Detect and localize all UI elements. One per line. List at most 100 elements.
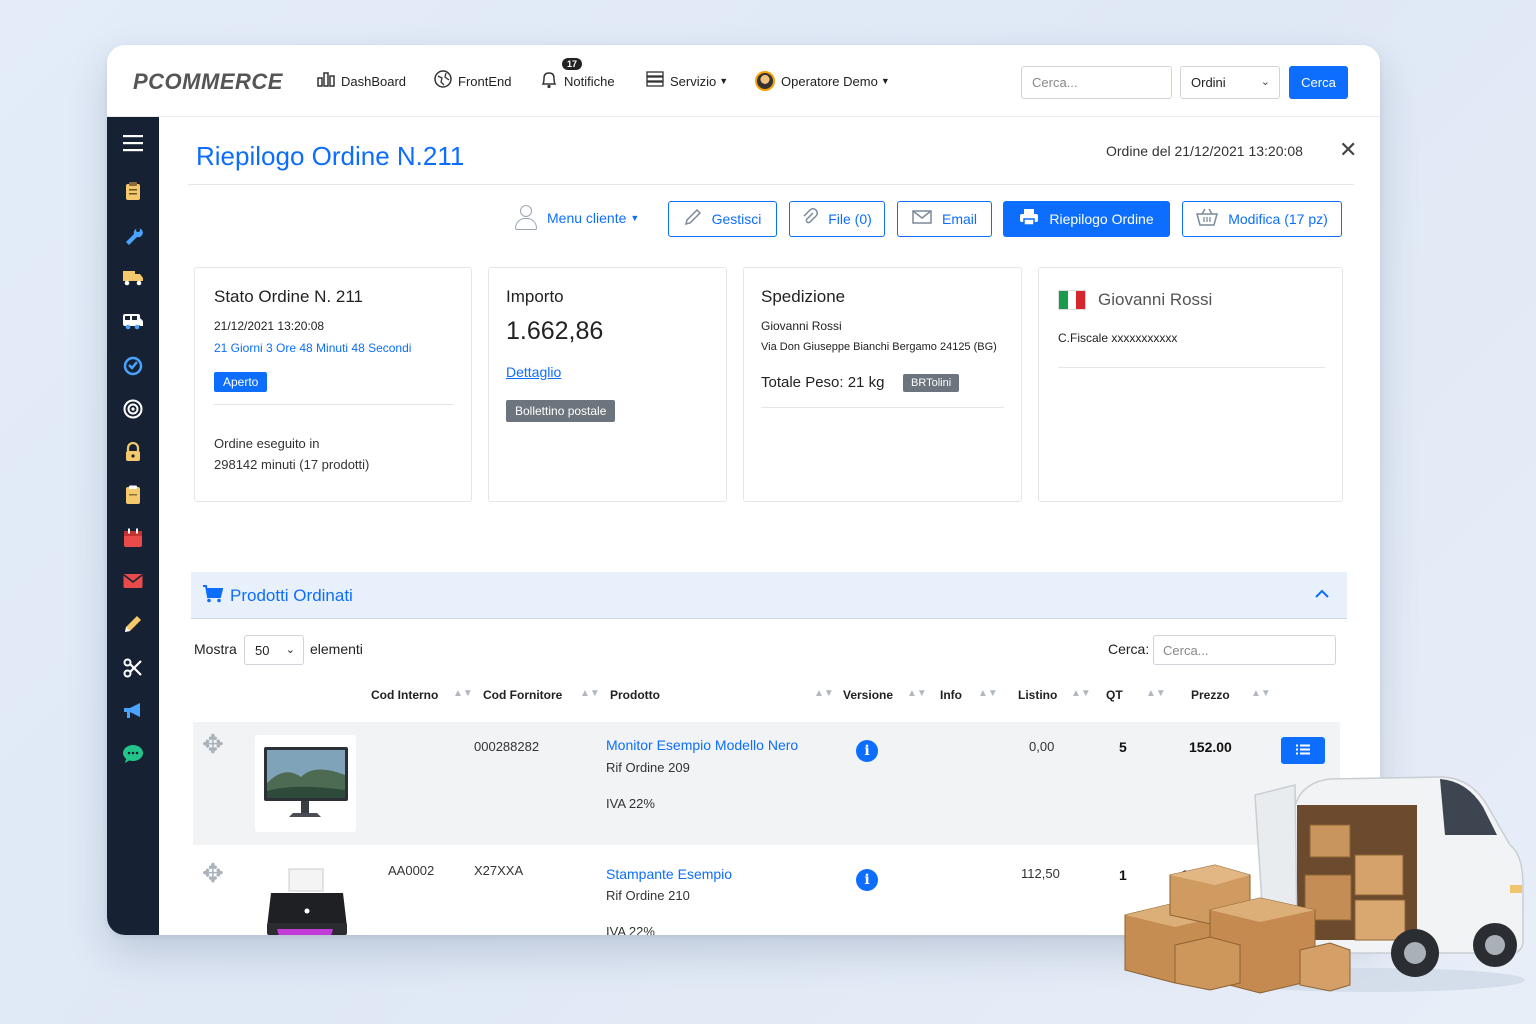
drag-handle-icon[interactable]: ✥ [202, 729, 224, 760]
nav-notifiche-label: Notifiche [564, 73, 615, 89]
sort-icon[interactable]: ▲▼ [907, 688, 927, 699]
printer-icon [1019, 208, 1039, 231]
col-versione[interactable]: Versione [843, 688, 893, 702]
col-qt[interactable]: QT [1106, 688, 1123, 702]
cliente-card: Giovanni Rossi C.Fiscale xxxxxxxxxxx [1038, 267, 1343, 502]
row2-product-link[interactable]: Stampante Esempio [606, 866, 732, 882]
notification-count-badge: 17 [562, 58, 583, 70]
search-scope-select[interactable]: Ordini ⌄ [1180, 66, 1280, 99]
email-label: Email [941, 211, 977, 227]
col-cod-fornitore[interactable]: Cod Fornitore [483, 688, 562, 702]
sort-icon[interactable]: ▲▼ [814, 688, 834, 699]
divider [188, 184, 1354, 185]
target-icon[interactable] [121, 399, 145, 423]
col-prezzo[interactable]: Prezzo [1191, 688, 1230, 702]
status-badge: Aperto [214, 372, 268, 392]
nav-operatore[interactable]: Operatore Demo ▼ [755, 45, 890, 117]
row1-rif: Rif Ordine 209 [606, 760, 690, 775]
gestisci-button[interactable]: Gestisci [668, 201, 777, 237]
cart-icon [203, 585, 224, 608]
globe-icon [434, 69, 452, 93]
sort-icon[interactable]: ▲▼ [1071, 688, 1091, 699]
app-logo[interactable]: PCOMMERCE [133, 69, 283, 95]
row1-qt: 5 [1119, 739, 1127, 755]
modifica-button[interactable]: Modifica (17 pz) [1182, 201, 1342, 237]
nav-operatore-label: Operatore Demo [781, 73, 878, 89]
note-icon[interactable] [121, 485, 145, 509]
row1-cod-fornitore: 000288282 [474, 739, 540, 754]
spedizione-address: Via Don Giuseppe Bianchi Bergamo 24125 (… [761, 341, 997, 353]
mail-icon[interactable] [121, 571, 145, 595]
caret-down-icon: ▼ [630, 213, 640, 223]
nav-servizio[interactable]: Servizio ▼ [646, 45, 728, 117]
sort-icon[interactable]: ▲▼ [453, 688, 473, 699]
table-search-input[interactable]: Cerca... [1153, 635, 1336, 665]
sidebar [107, 117, 159, 935]
nav-notifiche[interactable]: 17 Notifiche [540, 45, 615, 117]
calendar-icon[interactable] [121, 528, 145, 552]
close-icon[interactable]: ✕ [1339, 137, 1357, 163]
payment-badge: Bollettino postale [506, 400, 616, 422]
stato-elapsed: 21 Giorni 3 Ore 48 Minuti 48 Secondi [214, 341, 412, 355]
pencil-icon [684, 208, 702, 231]
sort-icon[interactable]: ▲▼ [580, 688, 600, 699]
truck-icon[interactable] [121, 268, 145, 292]
modifica-label: Modifica (17 pz) [1228, 211, 1328, 227]
sort-icon[interactable]: ▲▼ [978, 688, 998, 699]
chat-icon[interactable] [121, 744, 145, 768]
shield-icon[interactable] [121, 356, 145, 380]
codice-fiscale: C.Fiscale xxxxxxxxxxx [1058, 331, 1178, 345]
info-icon[interactable]: i [856, 869, 878, 891]
col-listino[interactable]: Listino [1018, 688, 1057, 702]
divider [761, 407, 1004, 408]
pencil-icon[interactable] [121, 614, 145, 638]
caret-down-icon: ▼ [880, 76, 890, 86]
menu-icon[interactable] [121, 134, 145, 158]
megaphone-icon[interactable] [121, 701, 145, 725]
file-button[interactable]: File (0) [789, 201, 885, 237]
nav-dashboard-label: DashBoard [341, 73, 407, 89]
search-button[interactable]: Cerca [1289, 66, 1348, 99]
nav-dashboard[interactable]: DashBoard [317, 45, 406, 117]
email-button[interactable]: Email [897, 201, 992, 237]
col-prodotto[interactable]: Prodotto [610, 688, 660, 702]
row1-listino: 0,00 [1029, 739, 1055, 754]
dettaglio-link[interactable]: Dettaglio [506, 364, 561, 380]
delivery-van-illustration [1115, 765, 1530, 1000]
nav-servizio-label: Servizio [670, 73, 717, 89]
wrench-icon[interactable] [121, 225, 145, 249]
bar-chart-icon [317, 71, 335, 92]
sort-icon[interactable]: ▲▼ [1251, 688, 1271, 699]
scissors-icon[interactable] [121, 658, 145, 682]
page-size-select[interactable]: 50 ⌄ [244, 635, 304, 665]
col-cod-interno[interactable]: Cod Interno [371, 688, 438, 702]
chevron-up-icon[interactable] [1315, 585, 1329, 601]
product-image-monitor[interactable] [255, 735, 356, 832]
cliente-name: Giovanni Rossi [1098, 290, 1213, 309]
bus-icon[interactable] [121, 312, 145, 336]
row2-iva: IVA 22% [606, 924, 655, 935]
riepilogo-ordine-button[interactable]: Riepilogo Ordine [1003, 201, 1170, 237]
prodotti-panel-header[interactable]: Prodotti Ordinati [191, 572, 1347, 619]
lock-icon[interactable] [121, 441, 145, 466]
top-search-input[interactable]: Cerca... [1021, 66, 1172, 99]
sort-icon[interactable]: ▲▼ [1146, 688, 1166, 699]
file-label: File (0) [828, 211, 872, 227]
row2-cod-fornitore: X27XXA [474, 863, 524, 878]
product-image-printer[interactable] [259, 865, 354, 935]
clipboard-icon[interactable] [121, 181, 145, 205]
table-search-label: Cerca: [1108, 641, 1150, 657]
prodotti-title: Prodotti Ordinati [230, 586, 353, 605]
divider [214, 404, 453, 405]
eseguito-line1: Ordine eseguito in [214, 436, 320, 451]
info-icon[interactable]: i [856, 740, 878, 762]
col-info[interactable]: Info [940, 688, 962, 702]
menu-cliente-dropdown[interactable]: Menu cliente ▼ [515, 205, 639, 231]
drag-handle-icon[interactable]: ✥ [202, 858, 224, 889]
row1-product-link[interactable]: Monitor Esempio Modello Nero [606, 737, 798, 753]
page-size-value: 50 [255, 643, 270, 658]
server-icon [646, 70, 664, 92]
nav-frontend[interactable]: FrontEnd [434, 45, 511, 117]
gestisci-label: Gestisci [711, 211, 762, 227]
row-actions-button[interactable] [1281, 737, 1325, 764]
